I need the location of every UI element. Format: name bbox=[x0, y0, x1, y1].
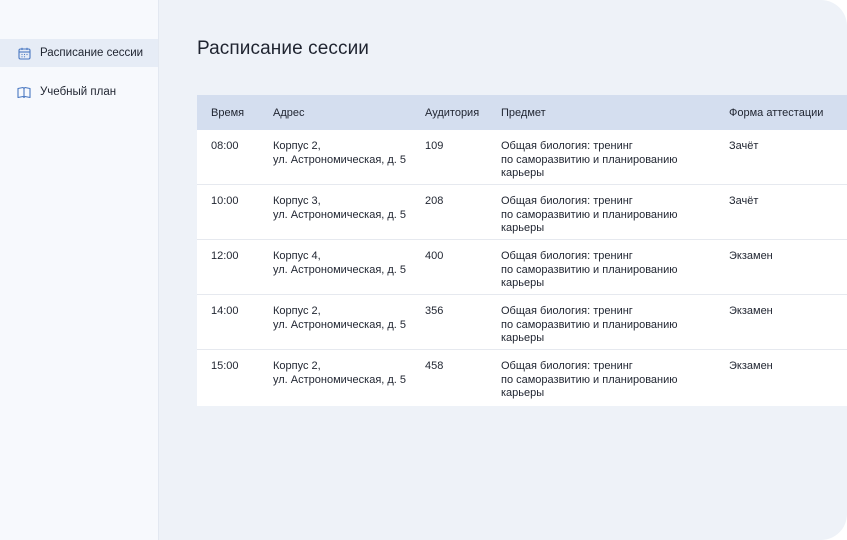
cell-time: 14:00 bbox=[211, 305, 239, 317]
sidebar-item-session-schedule[interactable]: Расписание сессии bbox=[0, 39, 158, 67]
cell-form: Экзамен bbox=[729, 250, 773, 262]
app-window: Расписание сессии Учебный план Расписани… bbox=[0, 0, 847, 540]
sidebar-item-label: Учебный план bbox=[40, 86, 117, 98]
cell-form: Зачёт bbox=[729, 140, 759, 152]
column-header-form: Форма аттестации bbox=[729, 106, 824, 119]
sidebar-item-label: Расписание сессии bbox=[40, 47, 144, 59]
cell-room: 400 bbox=[425, 250, 444, 262]
calendar-icon bbox=[17, 46, 31, 60]
column-header-room: Аудитория bbox=[425, 106, 480, 119]
sidebar-item-curriculum[interactable]: Учебный план bbox=[0, 78, 158, 106]
sidebar: Расписание сессии Учебный план bbox=[0, 0, 159, 540]
schedule-table: Время Адрес Аудитория Предмет Форма атте… bbox=[197, 95, 847, 406]
cell-address: Корпус 2, ул. Астрономическая, д. 5 bbox=[273, 305, 407, 331]
cell-room: 458 bbox=[425, 360, 444, 372]
cell-address: Корпус 3, ул. Астрономическая, д. 5 bbox=[273, 195, 407, 221]
cell-room: 356 bbox=[425, 305, 444, 317]
column-header-time: Время bbox=[211, 106, 245, 119]
cell-subject: Общая биология: тренинг по саморазвитию … bbox=[501, 140, 678, 179]
page-title: Расписание сессии bbox=[197, 38, 370, 59]
cell-form: Экзамен bbox=[729, 305, 773, 317]
cell-address: Корпус 2, ул. Астрономическая, д. 5 bbox=[273, 140, 407, 166]
cell-time: 08:00 bbox=[211, 140, 239, 152]
cell-subject: Общая биология: тренинг по саморазвитию … bbox=[501, 195, 678, 234]
table-row: 15:00 Корпус 2, ул. Астрономическая, д. … bbox=[197, 350, 847, 406]
column-header-address: Адрес bbox=[273, 106, 305, 119]
cell-address: Корпус 4, ул. Астрономическая, д. 5 bbox=[273, 250, 407, 276]
table-header: Время Адрес Аудитория Предмет Форма атте… bbox=[197, 95, 847, 130]
cell-room: 109 bbox=[425, 140, 444, 152]
book-icon bbox=[17, 85, 31, 99]
cell-subject: Общая биология: тренинг по саморазвитию … bbox=[501, 360, 678, 399]
cell-form: Экзамен bbox=[729, 360, 773, 372]
cell-time: 15:00 bbox=[211, 360, 239, 372]
cell-room: 208 bbox=[425, 195, 444, 207]
cell-form: Зачёт bbox=[729, 195, 759, 207]
main-content: Расписание сессии Время Адрес Аудитория … bbox=[159, 0, 847, 540]
table-row: 12:00 Корпус 4, ул. Астрономическая, д. … bbox=[197, 240, 847, 295]
table-row: 14:00 Корпус 2, ул. Астрономическая, д. … bbox=[197, 295, 847, 350]
cell-address: Корпус 2, ул. Астрономическая, д. 5 bbox=[273, 360, 407, 386]
column-header-subject: Предмет bbox=[501, 106, 546, 119]
table-row: 10:00 Корпус 3, ул. Астрономическая, д. … bbox=[197, 185, 847, 240]
cell-time: 12:00 bbox=[211, 250, 239, 262]
cell-time: 10:00 bbox=[211, 195, 239, 207]
cell-subject: Общая биология: тренинг по саморазвитию … bbox=[501, 305, 678, 344]
table-row: 08:00 Корпус 2, ул. Астрономическая, д. … bbox=[197, 130, 847, 185]
cell-subject: Общая биология: тренинг по саморазвитию … bbox=[501, 250, 678, 289]
